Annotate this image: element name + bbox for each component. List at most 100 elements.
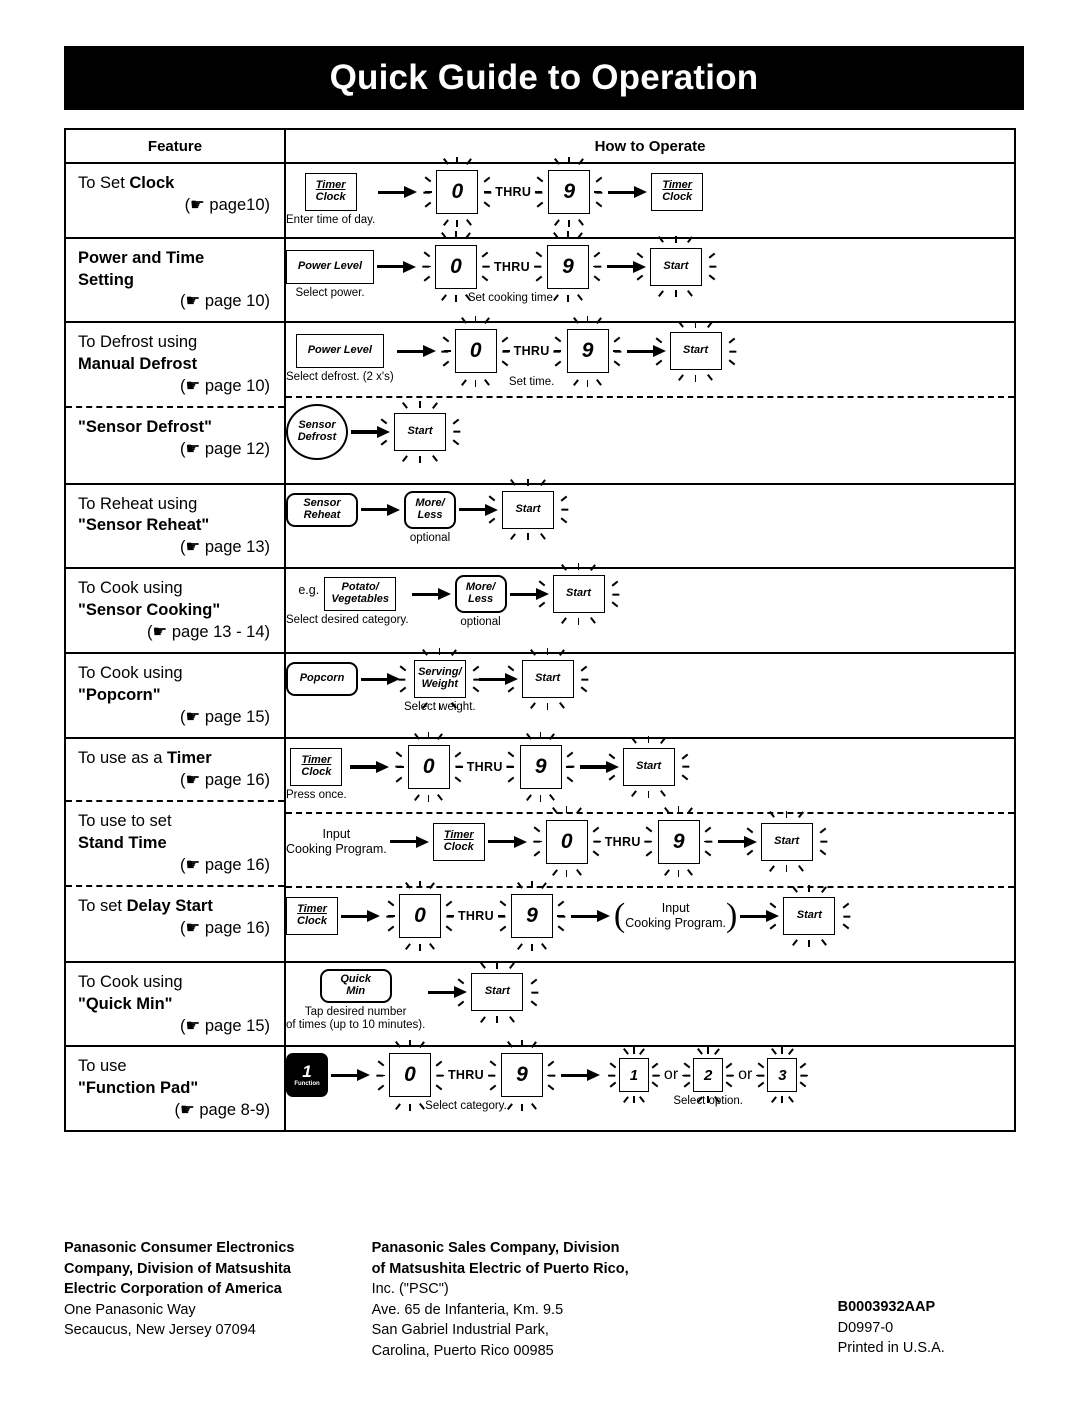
flow-arrow-icon <box>396 345 437 358</box>
flow-step: . <box>374 260 420 290</box>
footer-pr-line: San Gabriel Industrial Park, <box>371 1322 549 1339</box>
flow-arrow-icon <box>570 910 611 923</box>
thru-label: THRU <box>495 185 532 199</box>
numeric-key-0[interactable]: 0 <box>454 329 497 374</box>
numeric-key-9[interactable]: 9 <box>657 819 700 864</box>
feature-page-reference: (☛ page 13) <box>179 538 270 557</box>
numeric-range-caption: Select category. <box>425 1100 507 1113</box>
key-start[interactable]: Start <box>552 575 605 614</box>
operations-column: Popcorn..Serving/WeightSelect weight..St… <box>286 648 1014 737</box>
key-start[interactable]: Start <box>622 747 675 786</box>
key-power-level[interactable]: Power Level <box>295 334 384 369</box>
numeric-key-0[interactable]: 0 <box>436 170 479 214</box>
table-row-group: To Defrost using Manual Defrost (☛ page 10… <box>66 316 1014 485</box>
key-start[interactable]: Start <box>521 660 574 699</box>
feature-line-bold: "Sensor Reheat" <box>78 516 210 535</box>
feature-line: "Sensor Defrost" <box>78 417 274 439</box>
numeric-key-9[interactable]: 9 <box>510 894 553 939</box>
feature-page-reference: (☛ page 10) <box>179 292 270 311</box>
key-flash-wrapper: Start <box>506 648 589 710</box>
footer-code-line: B0003932AAP <box>837 1299 936 1315</box>
numeric-key-9[interactable]: 9 <box>546 244 589 289</box>
footer-pr-line: Panasonic Sales Company, Division <box>371 1240 620 1256</box>
operations-subcell-sensor-defrost: SensorDefrost..Start. <box>286 395 1014 483</box>
feature-cell: To use "Function Pad" (☛ page 8-9) <box>66 1047 284 1130</box>
feature-subcell-timer: To use as a Timer (☛ page 16) <box>66 739 284 800</box>
key-label-line: Power Level <box>307 344 372 357</box>
key-quick-min[interactable]: Quick Min <box>319 968 392 1003</box>
footer-address-puerto-rico: Panasonic Sales Company, Division of Mats… <box>372 1238 838 1361</box>
operations-subcell-delay-start: TimerClock..0THRU9..(InputCooking Progra… <box>286 880 1014 961</box>
feature-line: "Function Pad" <box>78 1078 274 1100</box>
key-start[interactable]: Start <box>783 897 836 936</box>
flow-step: . <box>456 503 502 533</box>
footer-usa-line: Secaucus, New Jersey 07094 <box>64 1322 256 1339</box>
key-more-less[interactable]: More/Less <box>404 490 456 529</box>
key-label-line: Start <box>683 344 709 357</box>
footer-usa-line: Panasonic Consumer Electronics <box>64 1240 295 1256</box>
feature-line: To Cook using <box>78 972 183 991</box>
flow-text-step: Input Cooking Program. <box>286 826 387 856</box>
numeric-key-wrapper: 9 <box>506 731 575 803</box>
page-footer: Panasonic Consumer Electronics Company, D… <box>64 1238 1024 1361</box>
parenthesized-text-step: (Input Cooking Program.) <box>613 897 738 935</box>
flow-step: Start. <box>607 736 690 803</box>
key-start[interactable]: Start <box>760 822 813 861</box>
flow-step: Power Level Select defrost. (2 x's) <box>286 334 394 385</box>
feature-page-reference: (☛ page 15) <box>179 708 270 726</box>
numeric-key-3[interactable]: 3 <box>767 1058 798 1093</box>
thru-label: THRU <box>458 909 494 924</box>
key-timer-clock[interactable]: Timer Clock <box>286 897 338 936</box>
flow-arrow-icon <box>411 588 452 601</box>
key-start[interactable]: Start <box>394 412 446 451</box>
key-start[interactable]: Start <box>669 332 722 371</box>
feature-page-reference: (☛ page 16) <box>179 918 270 937</box>
key-start[interactable]: Start <box>649 247 702 286</box>
key-potato-vegetables[interactable]: Potato/Vegetables <box>324 577 397 612</box>
feature-subcell-set-clock: To Set Clock (☛ page10) <box>66 164 284 225</box>
numeric-key-0[interactable]: 0 <box>407 744 450 789</box>
operation-flow: InputCooking Program...TimerClock..0THRU… <box>286 806 1014 887</box>
quick-guide-table: Feature How to Operate To Set Clock (☛ pa… <box>64 128 1016 1133</box>
numeric-key-0[interactable]: 0 <box>545 819 588 864</box>
function-pad-icon[interactable]: 1 Function <box>286 1053 328 1098</box>
numeric-key-0[interactable]: 0 <box>399 894 441 939</box>
numeric-key-9[interactable]: 9 <box>566 329 609 374</box>
operations-column: Quick Min Tap desired number of times (up t… <box>286 961 1014 1046</box>
numeric-key-0[interactable]: 0 <box>435 244 477 289</box>
flow-step: Timer Clock Enter time of day. <box>286 173 375 228</box>
key-sensor-reheat[interactable]: Sensor Reheat <box>286 492 358 527</box>
key-more-less[interactable]: More/Less <box>454 575 507 614</box>
key-label-line: Less <box>417 508 443 521</box>
operation-flow: Power Level Select power.. 0 THRU 9 Set cooki… <box>286 231 1014 312</box>
flow-arrow-icon <box>378 186 418 198</box>
numeric-key-9[interactable]: 9 <box>500 1053 543 1098</box>
key-start[interactable]: Start <box>471 973 524 1012</box>
numeric-range: 0 THRU 9 <box>421 156 605 228</box>
key-popcorn[interactable]: Popcorn <box>286 662 358 697</box>
numeric-key-9[interactable]: 9 <box>548 170 591 214</box>
feature-line: Power and Time <box>78 248 274 270</box>
flow-step: InputCooking Program.. <box>286 827 387 874</box>
numeric-key-1[interactable]: 1 <box>618 1058 649 1093</box>
numeric-key-0[interactable]: 0 <box>389 1053 431 1098</box>
numeric-key-2[interactable]: 2 <box>693 1058 724 1093</box>
numeric-key-wrapper: 9 <box>553 316 622 387</box>
key-timer-clock[interactable]: Timer Clock <box>290 747 343 786</box>
feature-cell: To Cook using "Popcorn" (☛ page 15) <box>66 654 284 737</box>
key-serving-weight[interactable]: Serving/Weight <box>413 660 466 699</box>
operations-subcell-sensor-reheat: SensorReheat..More/Lessoptional.Start. <box>286 478 1014 552</box>
key-timer-clock[interactable]: Timer Clock <box>304 173 357 211</box>
key-power-level[interactable]: Power Level <box>286 249 374 284</box>
flow-step: . <box>558 1069 604 1098</box>
key-timer-clock[interactable]: Timer Clock <box>432 822 485 861</box>
feature-line: To use as a Timer <box>78 748 212 767</box>
key-sensor-defrost[interactable]: Sensor Defrost <box>286 403 348 460</box>
flow-step: . <box>358 673 404 702</box>
key-timer-clock[interactable]: Timer Clock <box>651 173 704 211</box>
numeric-key-9[interactable]: 9 <box>519 744 562 789</box>
key-start[interactable]: Start <box>502 490 554 529</box>
flow-step: 0THRU9. <box>531 806 715 881</box>
feature-column: To Cook using "Popcorn" (☛ page 15) <box>66 654 286 737</box>
key-label-line: Clock <box>315 191 346 203</box>
